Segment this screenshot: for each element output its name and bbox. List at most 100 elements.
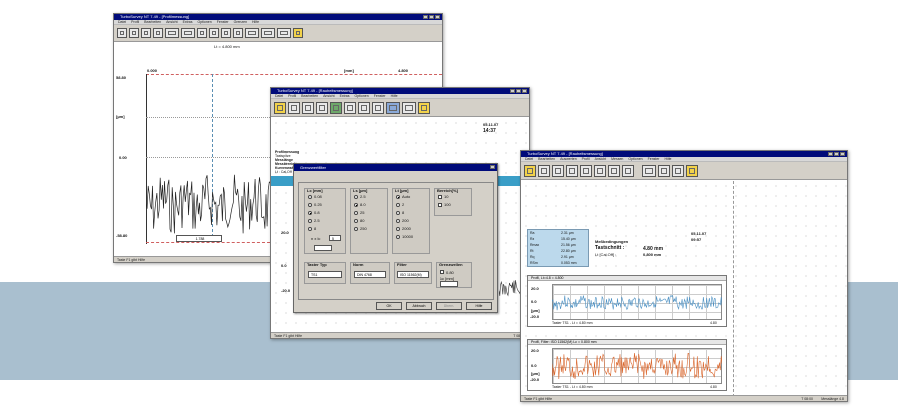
settings-icon[interactable] xyxy=(622,164,634,177)
profile-icon[interactable] xyxy=(538,164,550,177)
norm-select[interactable]: DIN 4768 xyxy=(354,271,386,278)
scale-icon[interactable] xyxy=(245,28,259,38)
zoom-icon[interactable] xyxy=(165,28,179,38)
compare-icon[interactable] xyxy=(672,164,684,177)
measure-icon[interactable] xyxy=(552,164,564,177)
lc-option-radio[interactable] xyxy=(308,211,312,215)
title-bar[interactable]: TurboSurvey NT 7.49 - [Rauheitsmessung] xyxy=(521,151,847,157)
close-icon[interactable] xyxy=(840,152,845,156)
lt-option-radio[interactable] xyxy=(396,235,400,239)
lt-option-radio[interactable] xyxy=(396,203,400,207)
maximize-icon[interactable] xyxy=(429,15,434,19)
export-icon[interactable] xyxy=(418,101,430,114)
cancel-button[interactable]: Abbruch xyxy=(406,302,432,310)
cursor-value-field[interactable]: 1.788 xyxy=(176,235,222,242)
menu-item[interactable]: Optionen xyxy=(355,94,369,98)
menu-item[interactable]: Fenster xyxy=(648,157,660,161)
dialog-title-bar[interactable]: Grenzwertfilter xyxy=(294,164,497,171)
menu-item[interactable]: Optionen xyxy=(198,20,212,24)
maximize-icon[interactable] xyxy=(516,89,521,93)
filter-select[interactable]: ISO 11562(M) xyxy=(397,271,429,278)
open-icon[interactable] xyxy=(274,101,286,114)
close-icon[interactable] xyxy=(490,165,495,169)
minimize-icon[interactable] xyxy=(828,152,833,156)
title-bar[interactable]: TurboSurvey NT 7.49 - [Rauheitsmessung] xyxy=(271,88,529,94)
menu-item[interactable]: Profil xyxy=(582,157,590,161)
menu-item[interactable]: Ansicht xyxy=(166,20,177,24)
menu-item[interactable]: Grenzen xyxy=(234,20,247,24)
filter-icon[interactable] xyxy=(580,164,592,177)
menu-item[interactable]: Auswerten xyxy=(560,157,577,161)
print-icon[interactable] xyxy=(117,28,127,38)
compare-icon[interactable] xyxy=(261,28,275,38)
minimize-icon[interactable] xyxy=(423,15,428,19)
ls-option-radio[interactable] xyxy=(354,219,358,223)
n-lc-field[interactable]: 5 xyxy=(329,235,341,241)
menu-item[interactable]: Profil xyxy=(288,94,296,98)
graph-icon[interactable] xyxy=(316,101,328,114)
help-button[interactable]: Hilfe xyxy=(466,302,492,310)
menu-item[interactable]: Fenster xyxy=(374,94,386,98)
table-icon[interactable] xyxy=(594,164,606,177)
axis-icon[interactable] xyxy=(221,28,231,38)
maximize-icon[interactable] xyxy=(834,152,839,156)
table-icon[interactable] xyxy=(358,101,370,114)
lc-option-radio[interactable] xyxy=(308,195,312,199)
menu-item[interactable]: Profil xyxy=(131,20,139,24)
filter-icon[interactable] xyxy=(153,28,163,38)
range-option-checkbox[interactable] xyxy=(438,195,442,199)
minimize-icon[interactable] xyxy=(510,89,515,93)
graph-icon[interactable] xyxy=(197,28,207,38)
chart-icon[interactable] xyxy=(386,101,400,114)
ls-option-radio[interactable] xyxy=(354,195,358,199)
tree-icon[interactable] xyxy=(330,101,342,114)
measure-icon[interactable] xyxy=(302,101,314,114)
close-icon[interactable] xyxy=(435,15,440,19)
profile-icon[interactable] xyxy=(129,28,139,38)
measure-icon[interactable] xyxy=(141,28,151,38)
print-icon[interactable] xyxy=(642,164,656,177)
ls-option-radio[interactable] xyxy=(354,227,358,231)
cutoff-checkbox[interactable] xyxy=(440,270,444,274)
lt-option-radio[interactable] xyxy=(396,219,400,223)
compare-icon[interactable] xyxy=(402,101,416,114)
lt-option-radio[interactable] xyxy=(396,195,400,199)
profile-icon[interactable] xyxy=(288,101,300,114)
table-icon[interactable] xyxy=(209,28,219,38)
ls-option-radio[interactable] xyxy=(354,203,358,207)
menu-item[interactable]: Messen xyxy=(611,157,623,161)
menu-item[interactable]: Hilfe xyxy=(664,157,671,161)
menu-item[interactable]: Ansicht xyxy=(323,94,334,98)
menu-item[interactable]: Fenster xyxy=(217,20,229,24)
menu-item[interactable]: Hilfe xyxy=(391,94,398,98)
cutoff-field[interactable] xyxy=(440,281,458,287)
filter-icon[interactable] xyxy=(344,101,356,114)
menu-item[interactable]: Bearbeiten xyxy=(538,157,555,161)
range-option-checkbox[interactable] xyxy=(438,203,442,207)
ls-option-radio[interactable] xyxy=(354,211,358,215)
open-icon[interactable] xyxy=(524,164,536,177)
lc-option-radio[interactable] xyxy=(308,203,312,207)
lc-custom-field[interactable] xyxy=(314,245,332,251)
export-icon[interactable] xyxy=(293,28,303,38)
lt-option-radio[interactable] xyxy=(396,211,400,215)
menu-item[interactable]: Ansicht xyxy=(595,157,606,161)
settings-icon[interactable] xyxy=(233,28,243,38)
graph-icon[interactable] xyxy=(566,164,578,177)
close-icon[interactable] xyxy=(522,89,527,93)
menu-item[interactable]: Extras xyxy=(340,94,350,98)
axis-icon[interactable] xyxy=(608,164,620,177)
print-icon[interactable] xyxy=(372,101,384,114)
lc-option-radio[interactable] xyxy=(308,227,312,231)
menu-item[interactable]: Bearbeiten xyxy=(301,94,318,98)
menu-item[interactable]: Datei xyxy=(118,20,126,24)
lc-option-radio[interactable] xyxy=(308,219,312,223)
menu-item[interactable]: Bearbeiten xyxy=(144,20,161,24)
lt-option-radio[interactable] xyxy=(396,227,400,231)
apply-button[interactable]: Übern. xyxy=(436,302,462,310)
export-icon[interactable] xyxy=(686,164,698,177)
ok-button[interactable]: OK xyxy=(376,302,402,310)
probe-type-select[interactable]: TS1 xyxy=(308,271,342,278)
menu-item[interactable]: Extras xyxy=(183,20,193,24)
title-bar[interactable]: TurboSurvey NT 7.49 - [Profilmessung] xyxy=(114,14,442,20)
